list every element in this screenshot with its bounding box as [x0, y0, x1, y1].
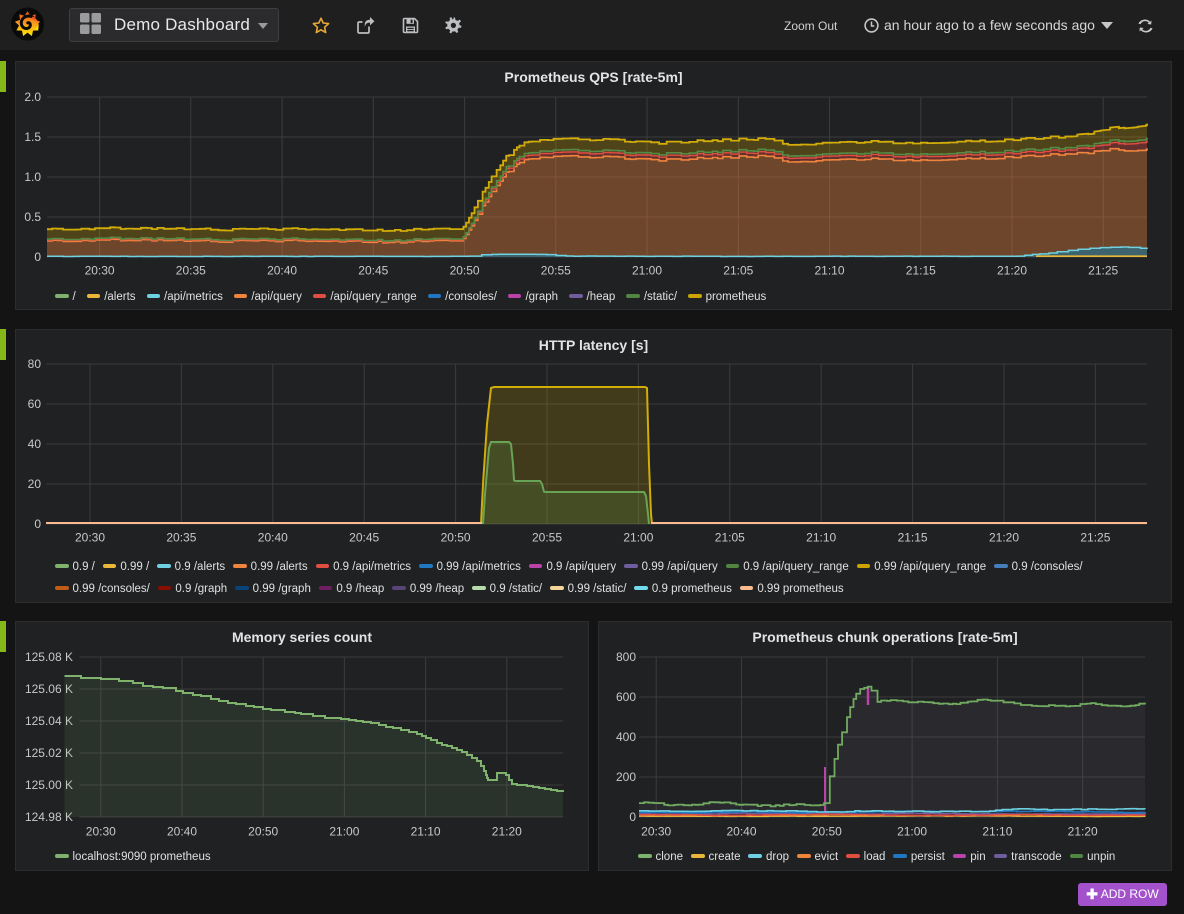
svg-text:40: 40 — [28, 437, 42, 451]
svg-text:21:00: 21:00 — [632, 264, 662, 278]
svg-text:0: 0 — [34, 517, 41, 531]
svg-text:20:40: 20:40 — [726, 825, 756, 839]
svg-text:21:05: 21:05 — [723, 264, 753, 278]
svg-text:20:30: 20:30 — [86, 825, 116, 839]
svg-text:21:05: 21:05 — [715, 531, 745, 545]
svg-text:21:10: 21:10 — [411, 825, 441, 839]
svg-text:20:55: 20:55 — [541, 264, 571, 278]
svg-text:20:40: 20:40 — [167, 825, 197, 839]
svg-text:20:35: 20:35 — [166, 531, 196, 545]
svg-text:21:00: 21:00 — [329, 825, 359, 839]
svg-text:20:40: 20:40 — [258, 531, 288, 545]
svg-text:21:20: 21:20 — [997, 264, 1027, 278]
svg-text:21:20: 21:20 — [989, 531, 1019, 545]
svg-text:21:10: 21:10 — [806, 531, 836, 545]
svg-text:200: 200 — [616, 770, 636, 784]
svg-text:20: 20 — [28, 477, 42, 491]
svg-text:400: 400 — [616, 730, 636, 744]
svg-text:20:45: 20:45 — [358, 264, 388, 278]
svg-text:20:30: 20:30 — [85, 264, 115, 278]
svg-text:21:00: 21:00 — [897, 825, 927, 839]
svg-text:21:15: 21:15 — [906, 264, 936, 278]
svg-text:21:25: 21:25 — [1088, 264, 1118, 278]
svg-text:20:30: 20:30 — [75, 531, 105, 545]
svg-text:21:15: 21:15 — [898, 531, 928, 545]
svg-text:80: 80 — [28, 357, 42, 371]
svg-text:20:50: 20:50 — [441, 531, 471, 545]
svg-text:125.08 K: 125.08 K — [25, 650, 73, 664]
svg-text:0: 0 — [629, 810, 636, 824]
svg-text:0.5: 0.5 — [24, 210, 41, 224]
svg-text:800: 800 — [616, 650, 636, 664]
svg-text:20:45: 20:45 — [349, 531, 379, 545]
svg-text:20:40: 20:40 — [267, 264, 297, 278]
svg-text:20:50: 20:50 — [450, 264, 480, 278]
svg-text:21:25: 21:25 — [1080, 531, 1110, 545]
svg-text:21:00: 21:00 — [623, 531, 653, 545]
svg-text:2.0: 2.0 — [24, 90, 41, 104]
svg-text:600: 600 — [616, 690, 636, 704]
svg-text:21:10: 21:10 — [814, 264, 844, 278]
svg-text:20:55: 20:55 — [532, 531, 562, 545]
svg-text:20:50: 20:50 — [248, 825, 278, 839]
svg-text:0: 0 — [34, 250, 41, 264]
svg-text:20:35: 20:35 — [176, 264, 206, 278]
svg-text:1.0: 1.0 — [24, 170, 41, 184]
svg-text:20:30: 20:30 — [641, 825, 671, 839]
svg-text:21:20: 21:20 — [1068, 825, 1098, 839]
svg-text:21:10: 21:10 — [982, 825, 1012, 839]
svg-text:21:20: 21:20 — [492, 825, 522, 839]
svg-text:1.5: 1.5 — [24, 130, 41, 144]
svg-text:60: 60 — [28, 397, 42, 411]
svg-text:20:50: 20:50 — [812, 825, 842, 839]
